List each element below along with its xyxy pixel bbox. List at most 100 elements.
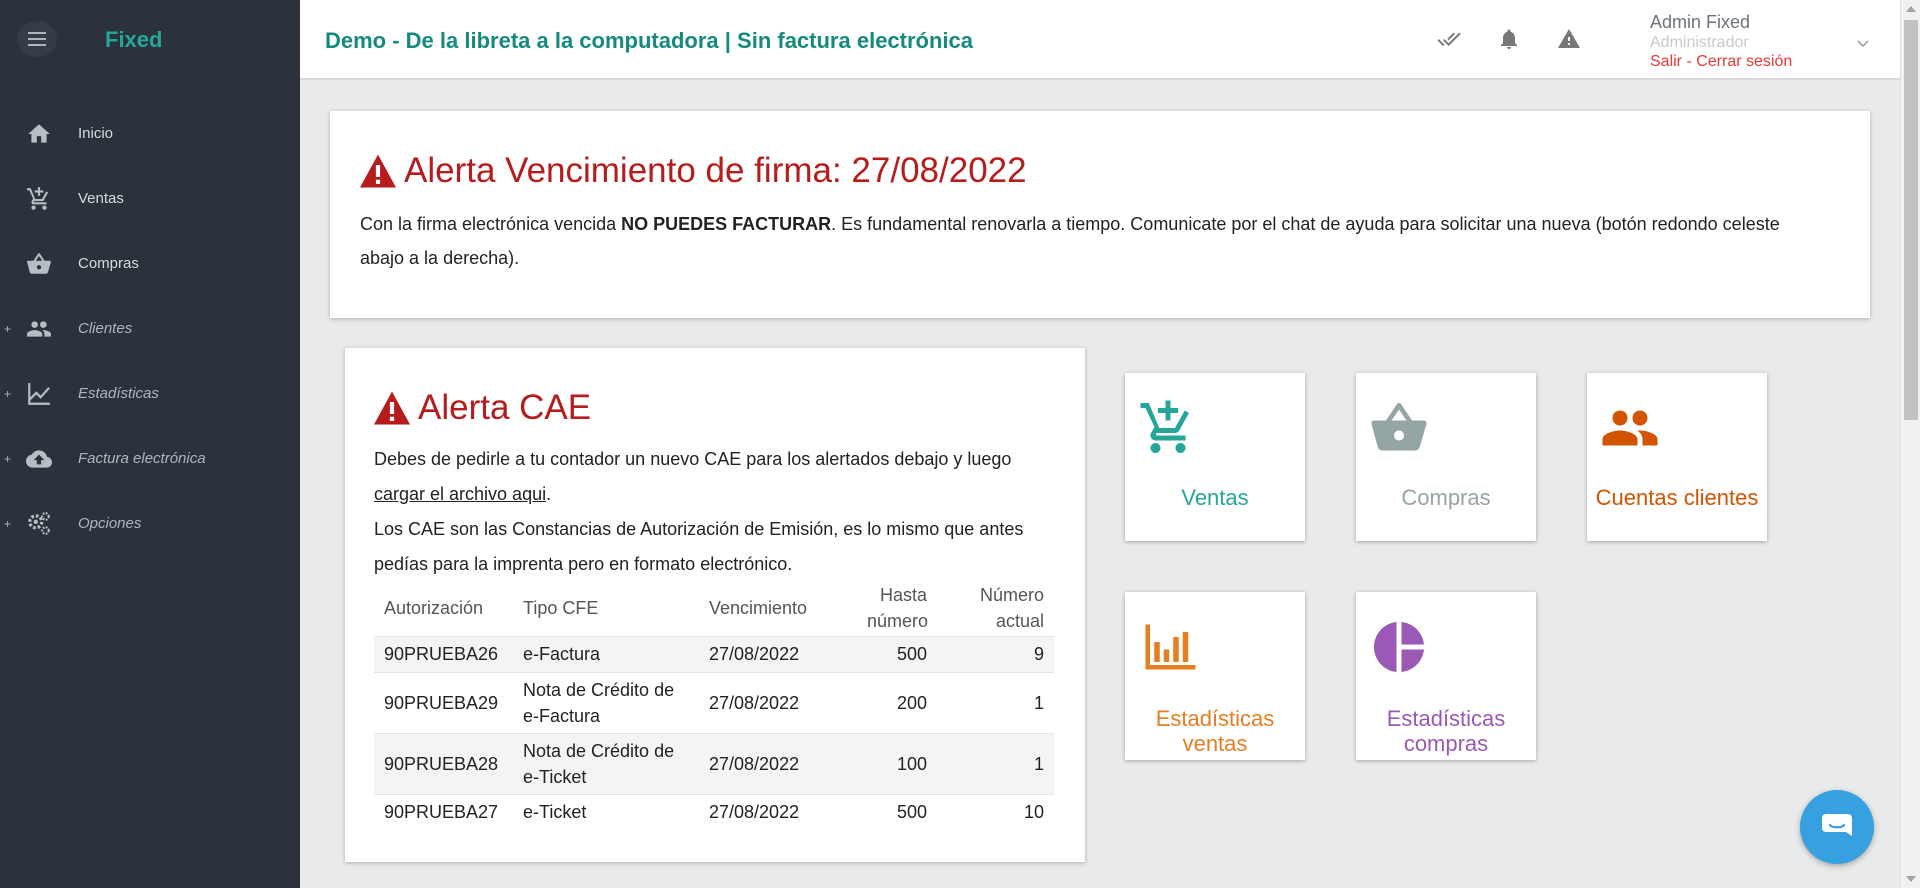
table-cell: 10 <box>937 793 1054 830</box>
cart-plus-icon <box>1140 400 1189 453</box>
double-check-icon[interactable] <box>1437 27 1461 51</box>
table-cell: 27/08/2022 <box>699 732 825 794</box>
user-name: Admin Fixed <box>1650 12 1751 32</box>
brand-logo[interactable]: Fixed <box>105 27 162 53</box>
table-row: 90PRUEBA29 Nota de Crédito de e-Factura … <box>374 671 1054 733</box>
column-header: Hasta número <box>825 581 937 636</box>
table-cell: Nota de Crédito de e-Factura <box>513 671 699 733</box>
column-header: Autorización <box>384 598 484 619</box>
table-cell: 100 <box>825 732 937 794</box>
column-header: Tipo CFE <box>523 598 599 619</box>
basket-icon <box>27 253 51 274</box>
sidebar: Fixed Inicio Ventas Compras + Clientes +… <box>0 0 300 888</box>
user-role: Administrador <box>1650 34 1749 51</box>
column-header: Número actual <box>937 581 1054 636</box>
tile-cuentas-clientes[interactable]: Cuentas clientes <box>1587 373 1767 541</box>
sidebar-item-ventas[interactable]: Ventas <box>0 166 300 231</box>
bar-chart-icon <box>1145 624 1196 670</box>
expand-icon: + <box>4 451 12 466</box>
table-cell: e-Factura <box>513 635 699 672</box>
scroll-down-arrow-icon[interactable] <box>1906 876 1916 882</box>
basket-icon <box>1371 403 1427 451</box>
sidebar-item-label: Inicio <box>78 125 114 142</box>
people-icon <box>1602 410 1658 446</box>
alert-text-part: Con la firma electrónica vencida <box>360 214 622 234</box>
table-cell: 500 <box>825 635 937 672</box>
sidebar-item-estadisticas[interactable]: + Estadísticas <box>0 361 300 426</box>
table-header-row: Autorización Tipo CFE Vencimiento Hasta … <box>374 581 1054 636</box>
table-cell: 27/08/2022 <box>699 793 825 830</box>
column-header-text: Número actual <box>979 585 1044 632</box>
tile-label: Ventas <box>1181 485 1249 510</box>
scrollbar-thumb[interactable] <box>1904 20 1918 420</box>
table-cell: 27/08/2022 <box>699 635 825 672</box>
tile-label: Compras <box>1401 485 1491 510</box>
column-header: Vencimiento <box>709 598 808 619</box>
tile-label: Estadísticas ventas <box>1155 706 1275 756</box>
sidebar-item-clientes[interactable]: + Clientes <box>0 296 300 361</box>
sidebar-header: Fixed <box>0 0 300 78</box>
logout-link[interactable]: Salir - Cerrar sesión <box>1650 53 1792 71</box>
scroll-up-arrow-icon[interactable] <box>1906 6 1916 12</box>
top-bar: Demo - De la libreta a la computadora | … <box>300 0 1900 80</box>
cart-plus-icon <box>27 187 49 210</box>
tile-ventas[interactable]: Ventas <box>1125 373 1305 541</box>
chart-line-icon <box>28 383 50 405</box>
cae-table: Autorización Tipo CFE Vencimiento Hasta … <box>374 581 1054 830</box>
page-title: Demo - De la libreta a la computadora | … <box>325 28 974 53</box>
alert-firma-heading: Alerta Vencimiento de firma: 27/08/2022 <box>360 151 1027 191</box>
table-cell: Nota de Crédito de e-Ticket <box>513 732 699 794</box>
alert-text-part: . <box>546 484 552 504</box>
table-cell: 9 <box>937 635 1054 672</box>
chat-button[interactable] <box>1800 790 1874 864</box>
sidebar-nav: Inicio Ventas Compras + Clientes + Estad… <box>0 101 300 556</box>
alert-firma-card: Alerta Vencimiento de firma: 27/08/2022 … <box>330 111 1870 318</box>
tile-estadisticas-compras[interactable]: Estadísticas compras <box>1356 592 1536 760</box>
table-cell: 27/08/2022 <box>699 671 825 733</box>
table-cell: 1 <box>937 671 1054 733</box>
people-icon <box>27 321 51 337</box>
upload-cae-link[interactable]: cargar el archivo aqui <box>374 484 546 504</box>
alert-cae-title: Alerta CAE <box>418 388 592 427</box>
column-header-text: Hasta número <box>867 585 929 632</box>
tile-estadisticas-ventas[interactable]: Estadísticas ventas <box>1125 592 1305 760</box>
home-icon <box>28 124 50 143</box>
chevron-down-icon[interactable] <box>1855 35 1871 51</box>
warning-icon[interactable] <box>1557 27 1581 51</box>
alert-firma-text: Con la firma electrónica vencida NO PUED… <box>360 207 1800 275</box>
sidebar-item-label: Estadísticas <box>78 385 159 402</box>
tile-label: Cuentas clientes <box>1595 485 1759 510</box>
alert-text-part: Los CAE son las Constancias de Autorizac… <box>374 519 1024 574</box>
table-row: 90PRUEBA28 Nota de Crédito de e-Ticket 2… <box>374 732 1054 794</box>
sidebar-item-label: Clientes <box>78 320 133 337</box>
sidebar-item-opciones[interactable]: + Opciones <box>0 491 300 556</box>
pie-chart-icon <box>1374 622 1424 672</box>
table-row: 90PRUEBA26 e-Factura 27/08/2022 500 9 <box>374 635 1054 672</box>
cloud-upload-icon <box>26 450 52 468</box>
warning-icon <box>360 154 396 188</box>
tile-label: Estadísticas compras <box>1386 706 1506 756</box>
table-cell: 500 <box>825 793 937 830</box>
table-cell: 90PRUEBA26 <box>374 635 513 672</box>
hamburger-icon <box>28 32 46 46</box>
sidebar-item-compras[interactable]: Compras <box>0 231 300 296</box>
alert-cae-heading: Alerta CAE <box>374 388 591 428</box>
table-cell: e-Ticket <box>513 793 699 830</box>
table-row: 90PRUEBA27 e-Ticket 27/08/2022 500 10 <box>374 793 1054 830</box>
alert-text-bold: NO PUEDES FACTURAR <box>621 214 832 234</box>
sidebar-item-label: Compras <box>78 255 139 272</box>
vertical-scrollbar[interactable] <box>1900 0 1920 888</box>
sidebar-item-factura-electronica[interactable]: + Factura electrónica <box>0 426 300 491</box>
expand-icon: + <box>4 386 12 401</box>
expand-icon: + <box>4 516 12 531</box>
table-cell: 90PRUEBA29 <box>374 671 513 733</box>
chat-icon <box>1822 814 1852 836</box>
table-cell: 90PRUEBA28 <box>374 732 513 794</box>
bell-icon[interactable] <box>1497 27 1521 51</box>
tile-compras[interactable]: Compras <box>1356 373 1536 541</box>
table-cell: 90PRUEBA27 <box>374 793 513 830</box>
sidebar-item-inicio[interactable]: Inicio <box>0 101 300 166</box>
warning-icon <box>374 391 410 425</box>
user-menu[interactable]: Admin Fixed Administrador Salir - Cerrar… <box>1650 12 1792 71</box>
menu-toggle-button[interactable] <box>17 21 57 57</box>
